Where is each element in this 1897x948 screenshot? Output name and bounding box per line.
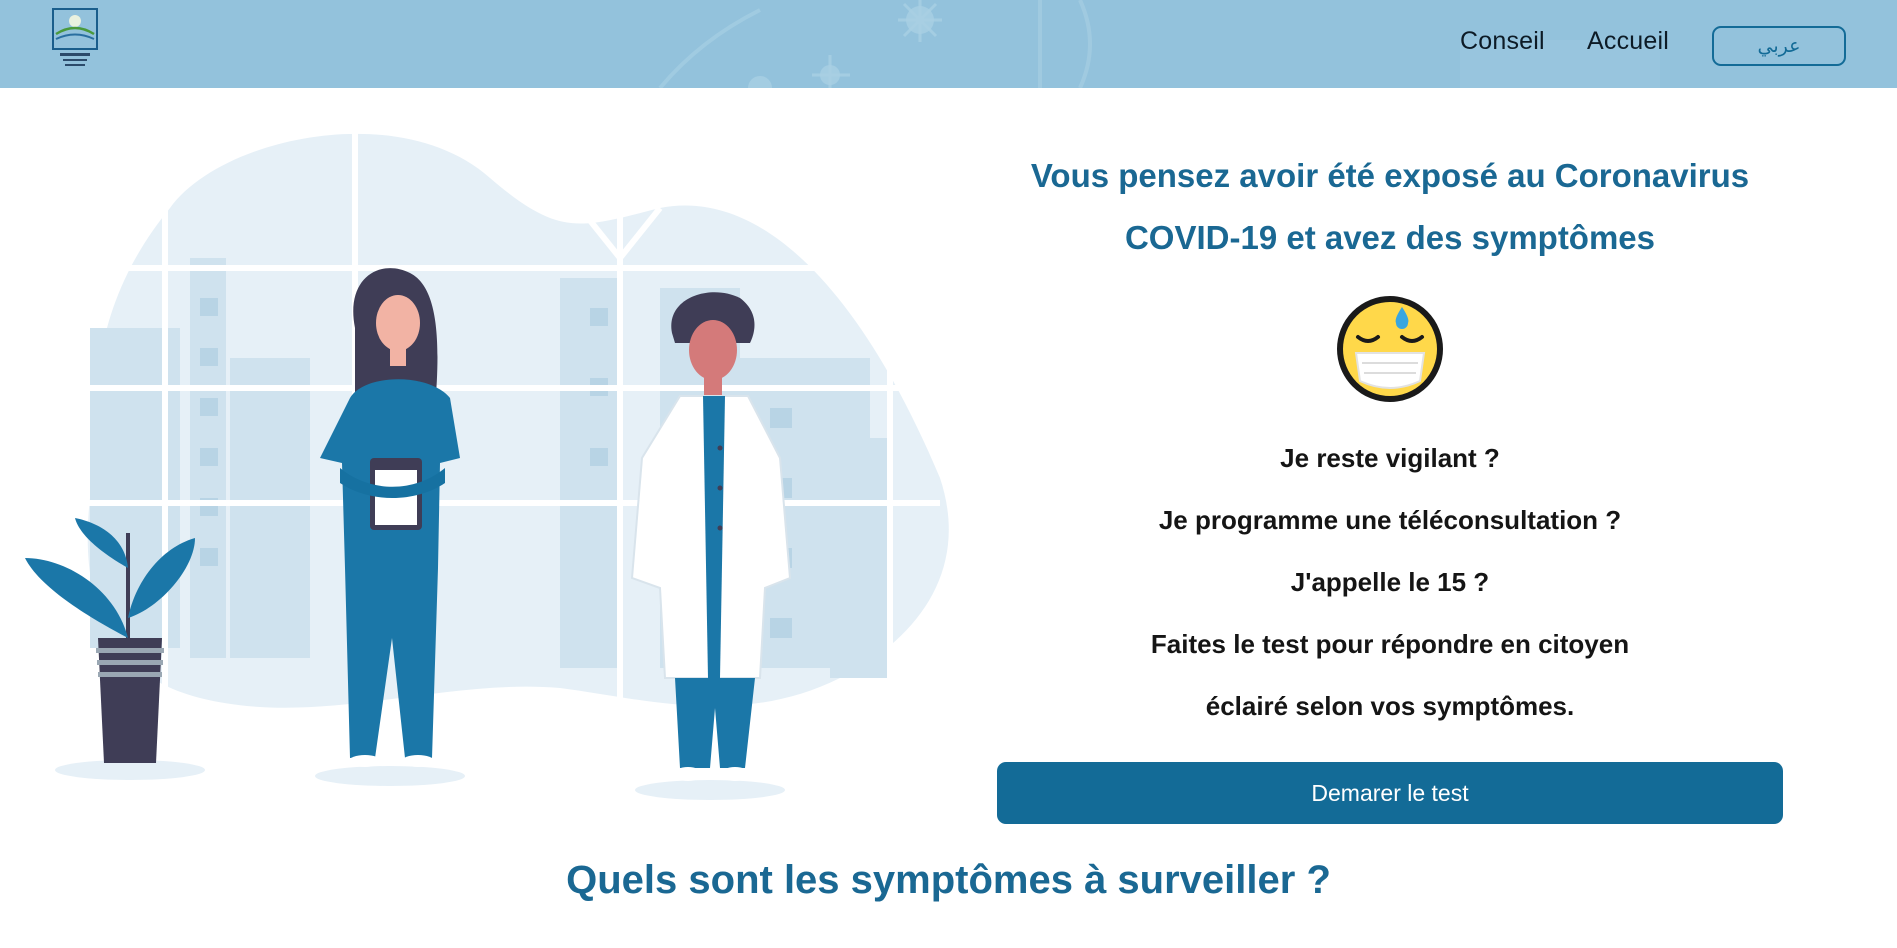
question-line: Faites le test pour répondre en citoyen: [1150, 629, 1630, 659]
hero-questions: Je reste vigilant ? Je programme une tél…: [1000, 427, 1780, 737]
masked-sweating-face-icon: [1337, 296, 1443, 402]
language-toggle-button[interactable]: عربي: [1712, 26, 1846, 66]
symptoms-section-title: Quels sont les symptômes à surveiller ?: [566, 858, 1331, 902]
question-line: Je reste vigilant ?: [1280, 443, 1500, 473]
doctors-illustration: [25, 118, 949, 800]
question-line: J'appelle le 15 ?: [1290, 567, 1490, 597]
nav-link-accueil[interactable]: Accueil: [1587, 27, 1669, 56]
question-line: Je programme une téléconsultation ?: [1158, 505, 1622, 535]
ministry-logo[interactable]: [52, 8, 98, 70]
top-navbar: Conseil Accueil عربي: [0, 0, 1897, 88]
start-test-button[interactable]: Demarer le test: [997, 762, 1783, 824]
question-line: éclairé selon vos symptômes.: [1205, 691, 1575, 721]
hero-heading: Vous pensez avoir été exposé au Coronavi…: [1030, 157, 1750, 256]
nav-link-conseil[interactable]: Conseil: [1460, 27, 1545, 56]
